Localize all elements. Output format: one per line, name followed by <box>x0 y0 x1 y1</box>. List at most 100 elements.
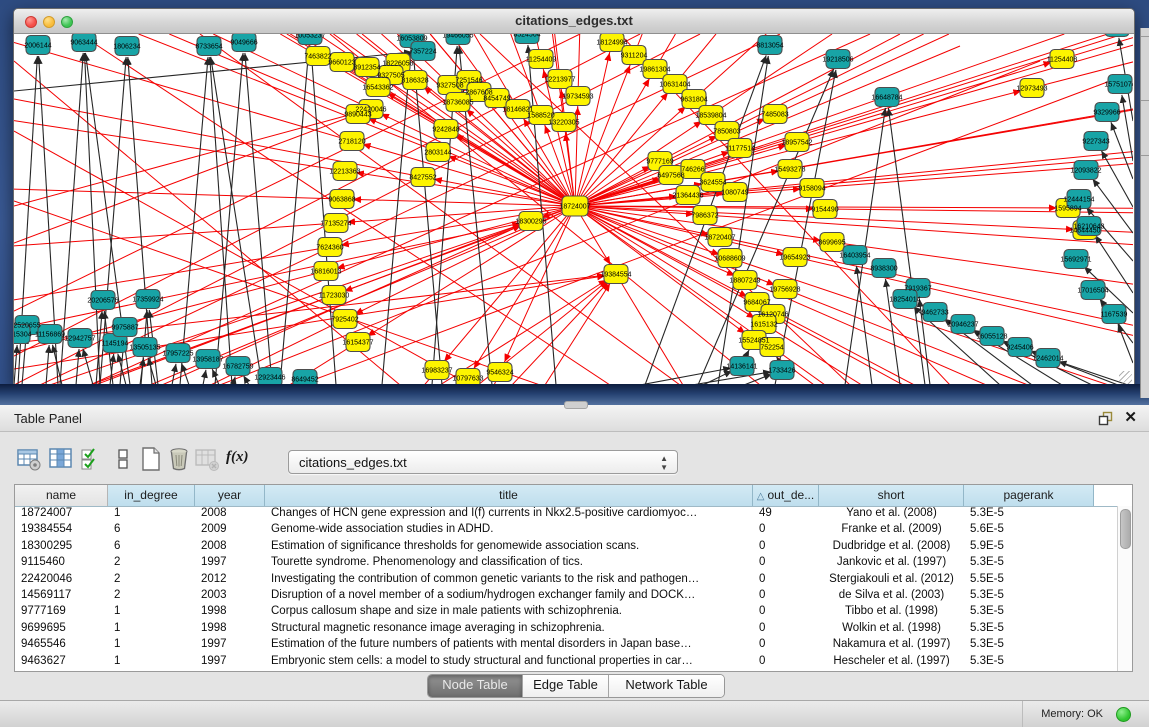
graph-edge <box>280 46 309 385</box>
tab-network-table[interactable]: Network Table <box>609 675 724 697</box>
table-row[interactable]: 946554611997Estimation of the future num… <box>15 637 1118 653</box>
column-header-year[interactable]: year <box>195 485 265 506</box>
graph-node-label: 18720407 <box>704 235 735 242</box>
new-table-icon[interactable] <box>138 446 166 474</box>
column-header-out_de[interactable]: △out_de... <box>753 485 819 506</box>
graph-node-label: 9329966 <box>1093 110 1120 117</box>
graph-edge <box>50 206 575 385</box>
graph-node-label: 16154377 <box>342 340 373 347</box>
graph-node-label: 18957542 <box>781 140 812 147</box>
table-row[interactable]: 977716911998Corpus callosum shape and si… <box>15 604 1118 620</box>
graph-node-label: 3915304 <box>14 332 32 339</box>
window-resize-grip[interactable] <box>1119 371 1132 384</box>
graph-node-label: 12093822 <box>1070 168 1101 175</box>
tab-node-table[interactable]: Node Table <box>428 675 523 697</box>
graph-edge <box>575 206 1133 232</box>
graph-node-label: 17957225 <box>162 351 193 358</box>
table-row[interactable]: 1938455462009Genome-wide association stu… <box>15 522 1118 538</box>
table-row[interactable]: 2242004622012Investigating the contribut… <box>15 572 1118 588</box>
graph-node-label: 10797633 <box>452 376 483 383</box>
table-cell: 1 <box>108 637 195 653</box>
column-header-short[interactable]: short <box>819 485 964 506</box>
select-rows-icon[interactable] <box>79 446 107 474</box>
table-row[interactable]: 969969511998Structural magnetic resonanc… <box>15 621 1118 637</box>
graph-node[interactable] <box>1105 34 1129 37</box>
graph-node-label: 9158094 <box>798 186 825 193</box>
close-panel-icon[interactable]: ✕ <box>1124 409 1137 426</box>
column-header-name[interactable]: name <box>15 485 108 506</box>
table-cell: Structural magnetic resonance image aver… <box>265 621 753 637</box>
table-cell: 5.6E-5 <box>964 522 1094 538</box>
graph-node-label: 16403954 <box>839 253 870 260</box>
column-chooser-icon[interactable] <box>48 446 76 474</box>
delete-table-icon[interactable] <box>166 446 194 474</box>
graph-node-label: 8733654 <box>195 44 222 51</box>
graph-node-label: 3624554 <box>699 180 726 187</box>
side-panel-edge[interactable] <box>1140 28 1149 398</box>
graph-edge <box>150 46 960 385</box>
table-row[interactable]: 1456911722003Disruption of a novel membe… <box>15 588 1118 604</box>
network-canvas[interactable]: 1872400774638229660123891235418226058932… <box>14 34 1133 385</box>
table-cell: Estimation of the future numbers of pati… <box>265 637 753 653</box>
graph-edge <box>608 53 610 62</box>
column-header-title[interactable]: title <box>265 485 753 506</box>
graph-node-label: 746266 <box>681 167 704 174</box>
table-cell: 1998 <box>195 621 265 637</box>
table-settings-icon[interactable] <box>16 446 44 474</box>
table-cell: 49 <box>753 506 819 522</box>
graph-node-label: 9242848 <box>432 127 459 134</box>
table-cell: 5.9E-5 <box>964 539 1094 555</box>
column-header-pagerank[interactable]: pagerank <box>964 485 1094 506</box>
function-builder-icon[interactable]: f(x) <box>226 449 254 477</box>
memory-status-label: Memory: OK <box>1041 708 1103 720</box>
graph-node-label: 13958187 <box>192 357 223 364</box>
graph-edge <box>1118 324 1133 363</box>
table-row[interactable]: 1872400712008Changes of HCN gene express… <box>15 506 1118 522</box>
table-cell: 6 <box>108 539 195 555</box>
graph-node-label: 16648784 <box>871 95 902 102</box>
table-cell: 2012 <box>195 572 265 588</box>
table-cell: Tibbo et al. (1998) <box>819 604 964 620</box>
graph-node-label: 9311204 <box>621 53 648 60</box>
table-cell: Genome-wide association studies in ADHD. <box>265 522 753 538</box>
column-header-in_degree[interactable]: in_degree <box>108 485 195 506</box>
graph-node-label: 12213977 <box>544 77 575 84</box>
graph-node-label: 2006144 <box>24 43 51 50</box>
table-toolbar: f(x) citations_edges.txt ▲▼ <box>0 440 1149 478</box>
graph-node-label: 18539804 <box>695 113 726 120</box>
graph-node-label: 1595894 <box>1054 206 1081 213</box>
table-panel-header: Table Panel ✕ <box>0 405 1149 432</box>
table-row[interactable]: 1830029562008Estimation of significance … <box>15 539 1118 555</box>
graph-edge <box>14 121 575 206</box>
node-table: namein_degreeyeartitle△out_de...shortpag… <box>14 484 1133 672</box>
table-panel: Table Panel ✕ <box>0 405 1149 700</box>
table-scrollbar[interactable] <box>1117 506 1132 671</box>
table-cell: 2003 <box>195 588 265 604</box>
table-cell: Hescheler et al. (1997) <box>819 654 964 670</box>
graph-node-label: 7485083 <box>761 112 788 119</box>
graph-node-label: 20206576 <box>87 298 118 305</box>
table-cell: 5.3E-5 <box>964 621 1094 637</box>
table-cell: Embryonic stem cells: a model to study s… <box>265 654 753 670</box>
table-cell: 0 <box>753 555 819 571</box>
table-selector-dropdown[interactable]: citations_edges.txt ▲▼ <box>288 450 678 474</box>
graph-edge <box>640 368 731 385</box>
memory-ok-icon <box>1116 707 1131 722</box>
panel-divider-grip[interactable] <box>564 401 588 409</box>
graph-edge <box>856 266 872 385</box>
table-cell: 0 <box>753 588 819 604</box>
tab-edge-table[interactable]: Edge Table <box>523 675 609 697</box>
table-type-tabs: Node TableEdge TableNetwork Table <box>427 674 725 698</box>
table-cell: Franke et al. (2009) <box>819 522 964 538</box>
window-title-bar[interactable]: citations_edges.txt <box>14 9 1134 34</box>
table-row[interactable]: 911546021997Tourette syndrome. Phenomeno… <box>15 555 1118 571</box>
float-panel-icon[interactable] <box>1098 411 1113 426</box>
table-cell: 18300295 <box>15 539 108 555</box>
graph-node-label: 2718120 <box>338 139 365 146</box>
table-cell: Yano et al. (2008) <box>819 506 964 522</box>
merge-rows-icon[interactable] <box>110 446 138 474</box>
table-row[interactable]: 946362711997Embryonic stem cells: a mode… <box>15 654 1118 670</box>
scrollbar-thumb[interactable] <box>1120 509 1131 549</box>
network-graph: 1872400774638229660123891235418226058932… <box>14 34 1133 385</box>
graph-node-label: 9975887 <box>111 325 138 332</box>
